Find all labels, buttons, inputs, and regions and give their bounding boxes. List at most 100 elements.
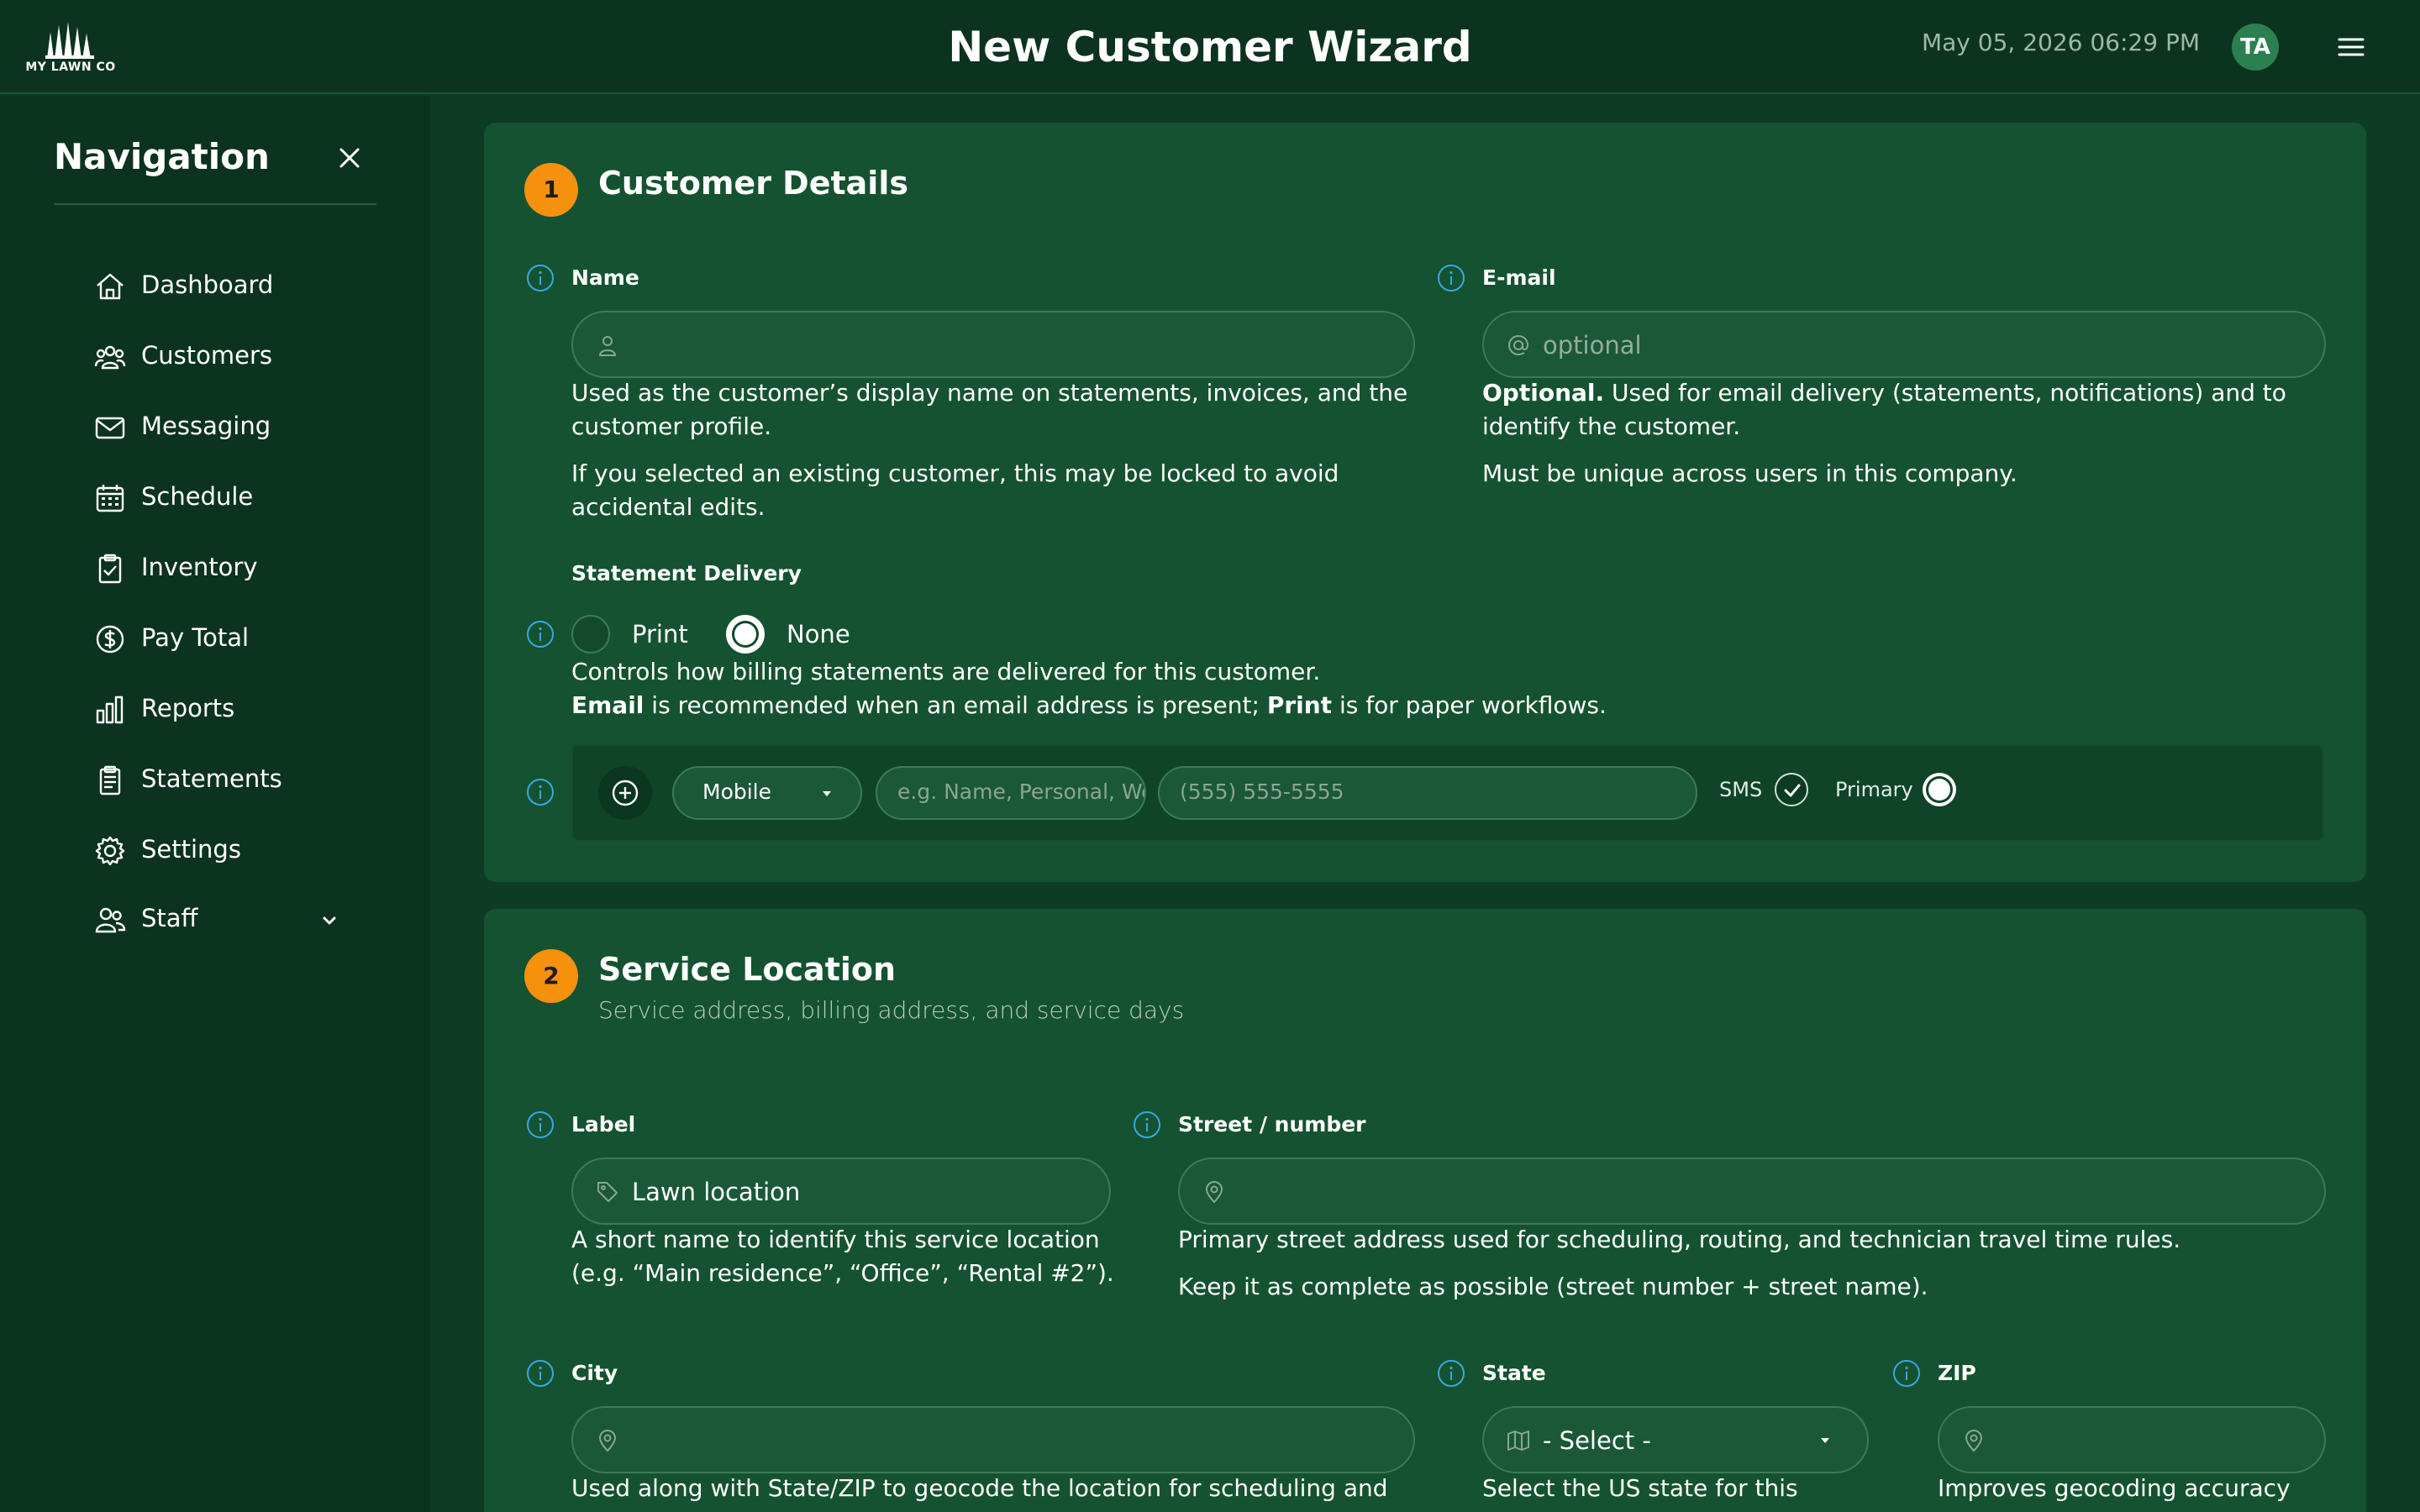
zip-help-text: Improves geocoding accuracy [1938,1474,2291,1502]
sidebar-item-dashboard[interactable]: Dashboard [94,265,355,306]
calendar-icon [96,485,124,512]
sidebar-item-label: Statements [141,764,282,793]
sidebar-item-label: Pay Total [141,623,250,652]
bar-chart-icon [96,696,124,724]
radio-print[interactable] [571,615,610,654]
info-icon[interactable] [526,778,555,806]
info-icon[interactable] [1892,1359,1921,1388]
help-bold-print: Print [1266,691,1333,719]
receipt-icon [99,765,121,795]
hamburger-menu-icon[interactable] [2336,32,2366,62]
sidebar-item-customers[interactable]: Customers [94,336,355,376]
info-icon[interactable] [526,264,555,292]
envelope-icon [95,417,125,439]
at-sign-icon [1507,334,1529,356]
service-location-card: 2 Service Location Service address, bill… [484,909,2366,1512]
email-placeholder: optional [1543,331,1642,360]
zip-input[interactable] [1938,1406,2326,1473]
street-label: Street / number [1178,1112,1366,1137]
info-icon[interactable] [1133,1110,1161,1139]
phone-label-input[interactable]: e.g. Name, Personal, Work [876,766,1146,820]
step-number-badge: 2 [524,949,578,1003]
sidebar-item-messaging[interactable]: Messaging [94,407,355,447]
city-help-text: Used along with State/ZIP to geocode the… [571,1474,1388,1502]
current-datetime: May 05, 2026 06:29 PM [1921,29,2200,56]
section-title: Customer Details [598,165,908,202]
state-select[interactable]: - Select - [1482,1406,1869,1473]
info-icon[interactable] [526,1359,555,1388]
statement-help-text-2: Email is recommended when an email addre… [571,689,1748,722]
phone-row: Mobile e.g. Name, Personal, Work (555) 5… [571,744,2324,842]
location-label-input[interactable]: Lawn location [571,1158,1111,1225]
sidebar-item-label: Inventory [141,553,258,581]
phone-label-placeholder: e.g. Name, Personal, Work [897,780,1144,804]
city-label: City [571,1361,618,1385]
sidebar-item-statements[interactable]: Statements [94,759,355,800]
info-icon[interactable] [526,620,555,648]
clipboard-check-icon [98,554,122,584]
map-icon [1507,1431,1529,1451]
add-phone-button[interactable] [598,766,652,820]
location-label-help: A short name to identify this service lo… [571,1226,1114,1287]
sms-checkbox[interactable] [1775,773,1808,806]
sidebar-item-settings[interactable]: Settings [94,830,355,870]
statement-help-text: Controls how billing statements are deli… [571,658,1321,685]
state-help-text: Select the US state for this [1482,1474,1798,1502]
sidebar-item-label: Customers [141,341,272,370]
help-bold-email: Email [571,691,644,719]
sidebar-item-reports[interactable]: Reports [94,689,355,729]
info-icon[interactable] [526,1110,555,1139]
sidebar-item-label: Settings [141,835,241,864]
sidebar-item-schedule[interactable]: Schedule [94,477,355,517]
location-label-value: Lawn location [632,1178,801,1206]
sms-label: SMS [1719,778,1763,801]
sidebar-divider [54,203,376,205]
map-pin-icon [598,1429,617,1452]
name-help-text: Used as the customer’s display name on s… [571,379,1408,440]
sidebar-item-staff[interactable]: Staff [94,899,355,939]
street-input[interactable] [1178,1158,2326,1225]
staff-icon [95,907,126,933]
sidebar-item-label: Dashboard [141,270,274,299]
phone-number-input[interactable]: (555) 555-5555 [1158,766,1697,820]
company-logo[interactable]: MY LAWN CO [20,22,121,77]
close-icon[interactable] [333,141,366,175]
email-help-bold: Optional. [1482,379,1605,407]
phone-type-value: Mobile [702,780,772,804]
plus-circle-icon [612,780,639,806]
radio-print-label: Print [632,620,688,648]
primary-radio[interactable] [1923,773,1956,806]
sidebar-item-pay-total[interactable]: Pay Total [94,618,355,659]
user-avatar[interactable]: TA [2232,24,2279,71]
home-icon [97,273,124,300]
name-help-text-2: If you selected an existing customer, th… [571,459,1339,521]
users-icon [94,345,126,370]
city-input[interactable] [571,1406,1415,1473]
location-label-label: Label [571,1112,636,1137]
info-icon[interactable] [1437,1359,1465,1388]
map-pin-icon [1965,1429,1983,1452]
radio-none[interactable] [726,615,765,654]
email-input[interactable]: optional [1482,311,2326,378]
chevron-down-icon[interactable] [319,911,339,931]
user-icon [598,336,617,356]
sidebar-item-label: Schedule [141,482,254,511]
email-label: E-mail [1482,265,1556,290]
name-input[interactable] [571,311,1415,378]
sidebar-item-inventory[interactable]: Inventory [94,548,355,588]
state-selected-value: - Select - [1543,1426,1651,1455]
email-help-text-2: Must be unique across users in this comp… [1482,459,2018,487]
top-bar: MY LAWN CO New Customer Wizard May 05, 2… [0,0,2420,94]
gear-icon [95,836,125,866]
state-label: State [1482,1361,1546,1385]
sidebar-item-label: Reports [141,694,235,722]
primary-label: Primary [1835,778,1913,801]
grass-logo-icon [45,22,94,59]
radio-none-label: None [786,620,850,648]
info-icon[interactable] [1437,264,1465,292]
zip-label: ZIP [1938,1361,1976,1385]
customer-details-card: 1 Customer Details Name Used as the cust… [484,123,2366,882]
logo-text: MY LAWN CO [25,60,116,74]
name-label: Name [571,265,639,290]
phone-type-select[interactable]: Mobile [672,766,862,820]
